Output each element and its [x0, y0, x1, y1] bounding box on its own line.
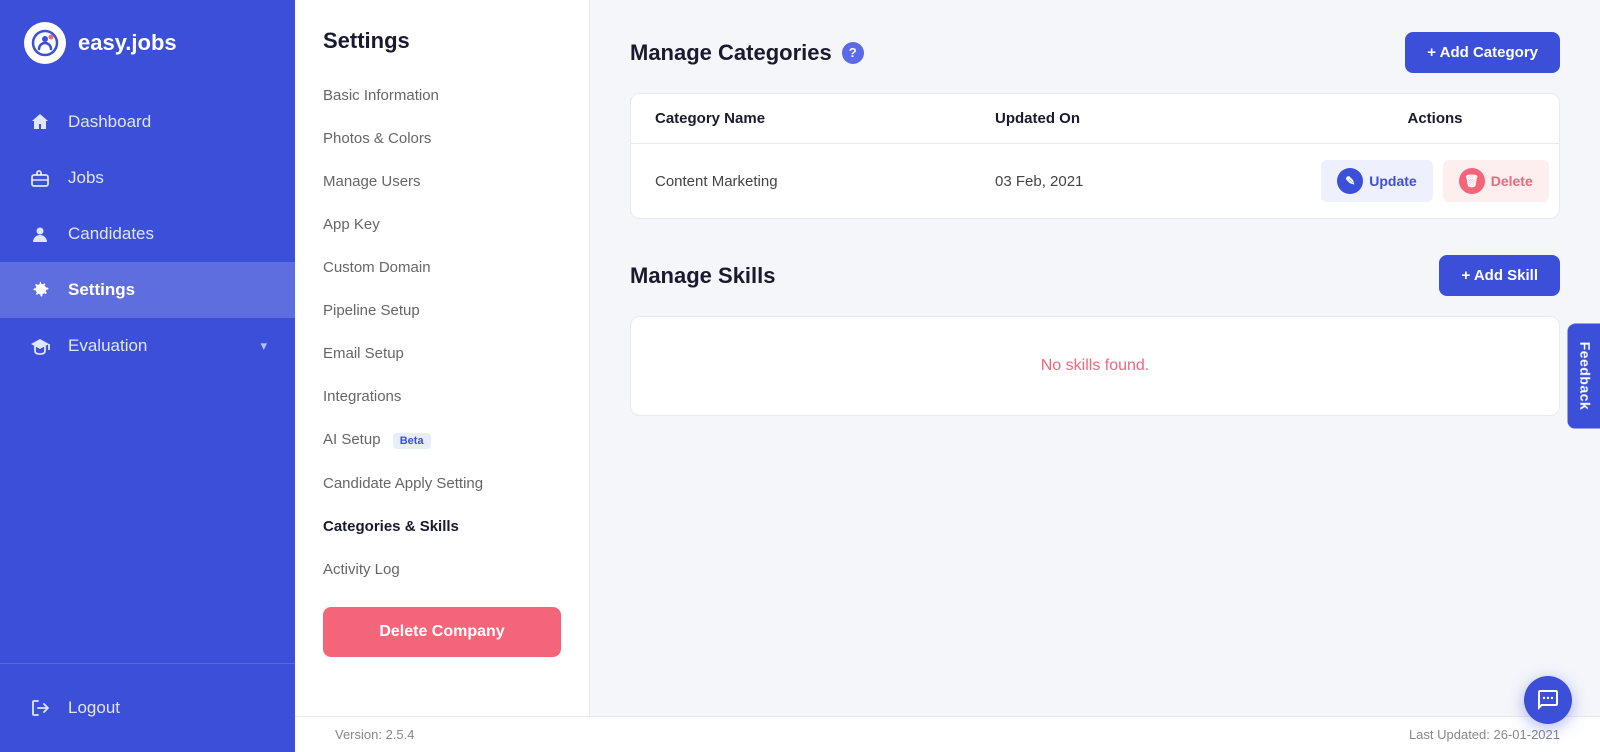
categories-table-header: Category Name Updated On Actions	[631, 94, 1559, 144]
logo-area: easy.jobs	[0, 0, 295, 86]
logo-text: easy.jobs	[78, 30, 177, 56]
evaluation-label: Evaluation	[68, 336, 147, 356]
jobs-label: Jobs	[68, 168, 104, 188]
candidates-label: Candidates	[68, 224, 154, 244]
no-skills-message: No skills found.	[630, 316, 1560, 416]
sidebar-item-evaluation[interactable]: Evaluation ▾	[0, 318, 295, 374]
menu-item-email-setup[interactable]: Email Setup	[295, 332, 589, 375]
logout-icon	[28, 696, 52, 720]
sidebar-nav: Dashboard Jobs Candidates	[0, 86, 295, 663]
logout-label: Logout	[68, 698, 120, 718]
gear-icon	[28, 278, 52, 302]
menu-item-photos-colors[interactable]: Photos & Colors	[295, 117, 589, 160]
add-skill-button[interactable]: + Add Skill	[1439, 255, 1560, 296]
cell-category-name: Content Marketing	[655, 173, 995, 190]
sidebar-bottom: Logout	[0, 663, 295, 752]
add-category-button[interactable]: + Add Category	[1405, 32, 1560, 73]
sidebar-item-candidates[interactable]: Candidates	[0, 206, 295, 262]
skills-title: Manage Skills	[630, 263, 776, 289]
menu-item-candidate-apply[interactable]: Candidate Apply Setting	[295, 462, 589, 505]
menu-item-app-key[interactable]: App Key	[295, 203, 589, 246]
sidebar-item-logout[interactable]: Logout	[0, 680, 295, 736]
footer-version: Version: 2.5.4	[335, 727, 415, 742]
col-updated-on: Updated On	[995, 110, 1335, 127]
col-category-name: Category Name	[655, 110, 995, 127]
feedback-tab[interactable]: Feedback	[1568, 324, 1600, 429]
delete-icon-circle: 🗑	[1459, 168, 1485, 194]
menu-item-categories-skills[interactable]: Categories & Skills	[295, 505, 589, 548]
skills-title-area: Manage Skills	[630, 263, 776, 289]
menu-item-pipeline-setup[interactable]: Pipeline Setup	[295, 289, 589, 332]
menu-item-activity-log[interactable]: Activity Log	[295, 548, 589, 591]
chat-fab-button[interactable]	[1524, 676, 1572, 724]
evaluation-chevron: ▾	[260, 338, 267, 354]
page-layout: Settings Basic Information Photos & Colo…	[295, 0, 1600, 716]
sidebar-item-settings[interactable]: Settings	[0, 262, 295, 318]
col-actions: Actions	[1335, 110, 1535, 127]
dashboard-label: Dashboard	[68, 112, 151, 132]
footer-last-updated: Last Updated: 26-01-2021	[1409, 727, 1560, 742]
cell-updated-on: 03 Feb, 2021	[995, 173, 1335, 190]
settings-title: Settings	[295, 28, 589, 74]
briefcase-icon	[28, 166, 52, 190]
update-icon-circle: ✎	[1337, 168, 1363, 194]
graduation-icon	[28, 334, 52, 358]
menu-item-manage-users[interactable]: Manage Users	[295, 160, 589, 203]
settings-label: Settings	[68, 280, 135, 300]
menu-item-integrations[interactable]: Integrations	[295, 375, 589, 418]
menu-item-custom-domain[interactable]: Custom Domain	[295, 246, 589, 289]
help-icon[interactable]: ?	[842, 42, 864, 64]
categories-section-header: Manage Categories ? + Add Category	[630, 32, 1560, 73]
categories-title-area: Manage Categories ?	[630, 40, 864, 66]
menu-item-basic-information[interactable]: Basic Information	[295, 74, 589, 117]
sidebar-item-jobs[interactable]: Jobs	[0, 150, 295, 206]
sidebar: easy.jobs Dashboard Jobs	[0, 0, 295, 752]
delete-category-button[interactable]: 🗑 Delete	[1443, 160, 1549, 202]
cell-actions: ✎ Update 🗑 Delete	[1335, 160, 1535, 202]
page-footer: Version: 2.5.4 Last Updated: 26-01-2021	[295, 716, 1600, 752]
content-area: Manage Categories ? + Add Category Categ…	[590, 0, 1600, 716]
update-category-button[interactable]: ✎ Update	[1321, 160, 1432, 202]
menu-item-ai-setup[interactable]: AI Setup Beta	[295, 418, 589, 462]
table-row: Content Marketing 03 Feb, 2021 ✎ Update …	[631, 144, 1559, 218]
categories-table: Category Name Updated On Actions Content…	[630, 93, 1560, 219]
categories-title: Manage Categories	[630, 40, 832, 66]
delete-label: Delete	[1491, 173, 1533, 189]
sidebar-item-dashboard[interactable]: Dashboard	[0, 94, 295, 150]
skills-section-header: Manage Skills + Add Skill	[630, 255, 1560, 296]
settings-side-menu: Settings Basic Information Photos & Colo…	[295, 0, 590, 716]
main-content: Settings Basic Information Photos & Colo…	[295, 0, 1600, 752]
logo-icon	[24, 22, 66, 64]
update-label: Update	[1369, 173, 1416, 189]
delete-company-button[interactable]: Delete Company	[323, 607, 561, 657]
person-icon	[28, 222, 52, 246]
home-icon	[28, 110, 52, 134]
ai-setup-badge: Beta	[393, 433, 431, 449]
